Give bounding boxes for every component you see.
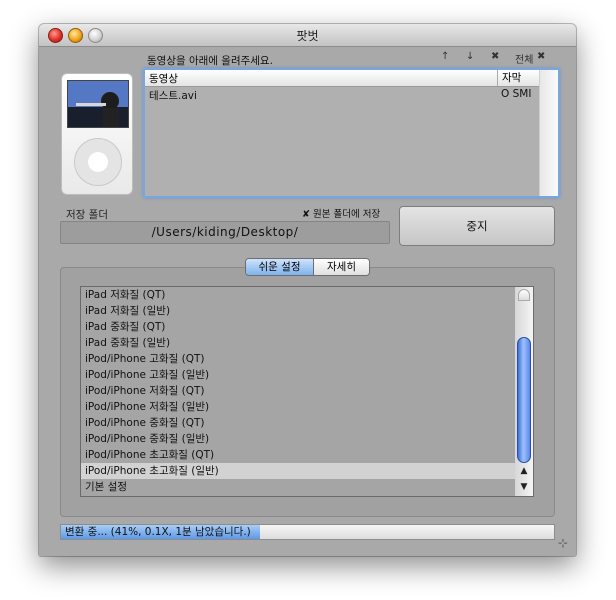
main-window: 팟벗 동영상을 아래에 올려주세요. ↑ ↓ ✖ 전체 ✖ 동영상 자막 테스트…: [39, 24, 576, 556]
stop-button[interactable]: 중지: [399, 206, 555, 246]
preset-item[interactable]: iPad 저화질 (일반): [81, 303, 519, 319]
preset-item[interactable]: iPod/iPhone 초고화질 (QT): [81, 447, 519, 463]
ipod-click-wheel: [74, 138, 122, 186]
preset-item[interactable]: iPod/iPhone 고화질 (QT): [81, 351, 519, 367]
ipod-screen: [67, 80, 129, 128]
scroll-thumb[interactable]: [517, 337, 531, 463]
video-list-header: 동영상 자막: [145, 70, 558, 87]
tab-detailed-settings[interactable]: 자세히: [314, 259, 369, 275]
video-thumbnail-icon: [68, 81, 128, 127]
video-subtitle-status: O SMI: [501, 88, 532, 100]
preset-item[interactable]: iPod/iPhone 초고화질 (일반): [81, 463, 519, 479]
remove-icon[interactable]: ✖: [491, 51, 499, 62]
scroll-track-cap: [518, 289, 530, 301]
resize-grip-icon[interactable]: ⊹: [558, 536, 568, 550]
move-down-icon[interactable]: ↓: [466, 51, 474, 62]
window-title: 팟벗: [296, 29, 319, 43]
column-header-subtitle[interactable]: 자막: [497, 70, 521, 86]
preset-list[interactable]: 기본 설정 iPod/iPhone 초고화질 (일반) iPod/iPhone 초고…: [80, 286, 534, 497]
preset-item[interactable]: iPad 중화질 (일반): [81, 335, 519, 351]
scroll-down-arrow-icon[interactable]: ▼: [515, 480, 533, 494]
video-list-row[interactable]: 테스트.avi O SMI: [145, 87, 558, 102]
preset-list-scrollbar[interactable]: ▲ ▼: [515, 287, 533, 496]
tab-easy-settings[interactable]: 쉬운 설정: [246, 259, 314, 275]
move-up-icon[interactable]: ↑: [441, 51, 449, 62]
clear-all-icon[interactable]: ✖: [537, 51, 545, 62]
progress-status-text: 변환 중... (41%, 0.1X, 1분 남았습니다.): [65, 526, 251, 538]
preset-item[interactable]: iPad 저화질 (QT): [81, 287, 519, 303]
preset-item[interactable]: iPod/iPhone 중화질 (일반): [81, 431, 519, 447]
conversion-progress-bar: 변환 중... (41%, 0.1X, 1분 남았습니다.): [60, 524, 555, 540]
preset-item[interactable]: iPod/iPhone 저화질 (일반): [81, 399, 519, 415]
preset-item[interactable]: 기본 설정: [81, 479, 519, 495]
video-list[interactable]: 동영상 자막 테스트.avi O SMI: [143, 68, 560, 198]
column-header-video[interactable]: 동영상: [149, 71, 178, 86]
video-list-scrollbar[interactable]: [540, 70, 558, 196]
save-folder-label: 저장 폴더: [66, 209, 108, 221]
upload-prompt: 동영상을 아래에 올려주세요.: [147, 55, 273, 67]
mode-segmented-control: 쉬운 설정 자세히: [245, 258, 370, 276]
video-file-name: 테스트.avi: [149, 90, 197, 102]
save-folder-path[interactable]: /Users/kiding/Desktop/: [60, 221, 390, 244]
title-bar[interactable]: 팟벗: [39, 24, 576, 47]
scroll-up-arrow-icon[interactable]: ▲: [515, 464, 533, 478]
preset-item[interactable]: iPod/iPhone 저화질 (QT): [81, 383, 519, 399]
ipod-device-image: [61, 73, 133, 195]
save-to-original-folder-checkbox[interactable]: ✘ 원본 폴더에 저장: [302, 206, 380, 220]
preset-item[interactable]: iPod/iPhone 고화질 (일반): [81, 367, 519, 383]
preset-item[interactable]: iPod/iPhone 중화질 (QT): [81, 415, 519, 431]
preset-item[interactable]: iPad 중화질 (QT): [81, 319, 519, 335]
clear-all-label[interactable]: 전체: [515, 51, 533, 66]
